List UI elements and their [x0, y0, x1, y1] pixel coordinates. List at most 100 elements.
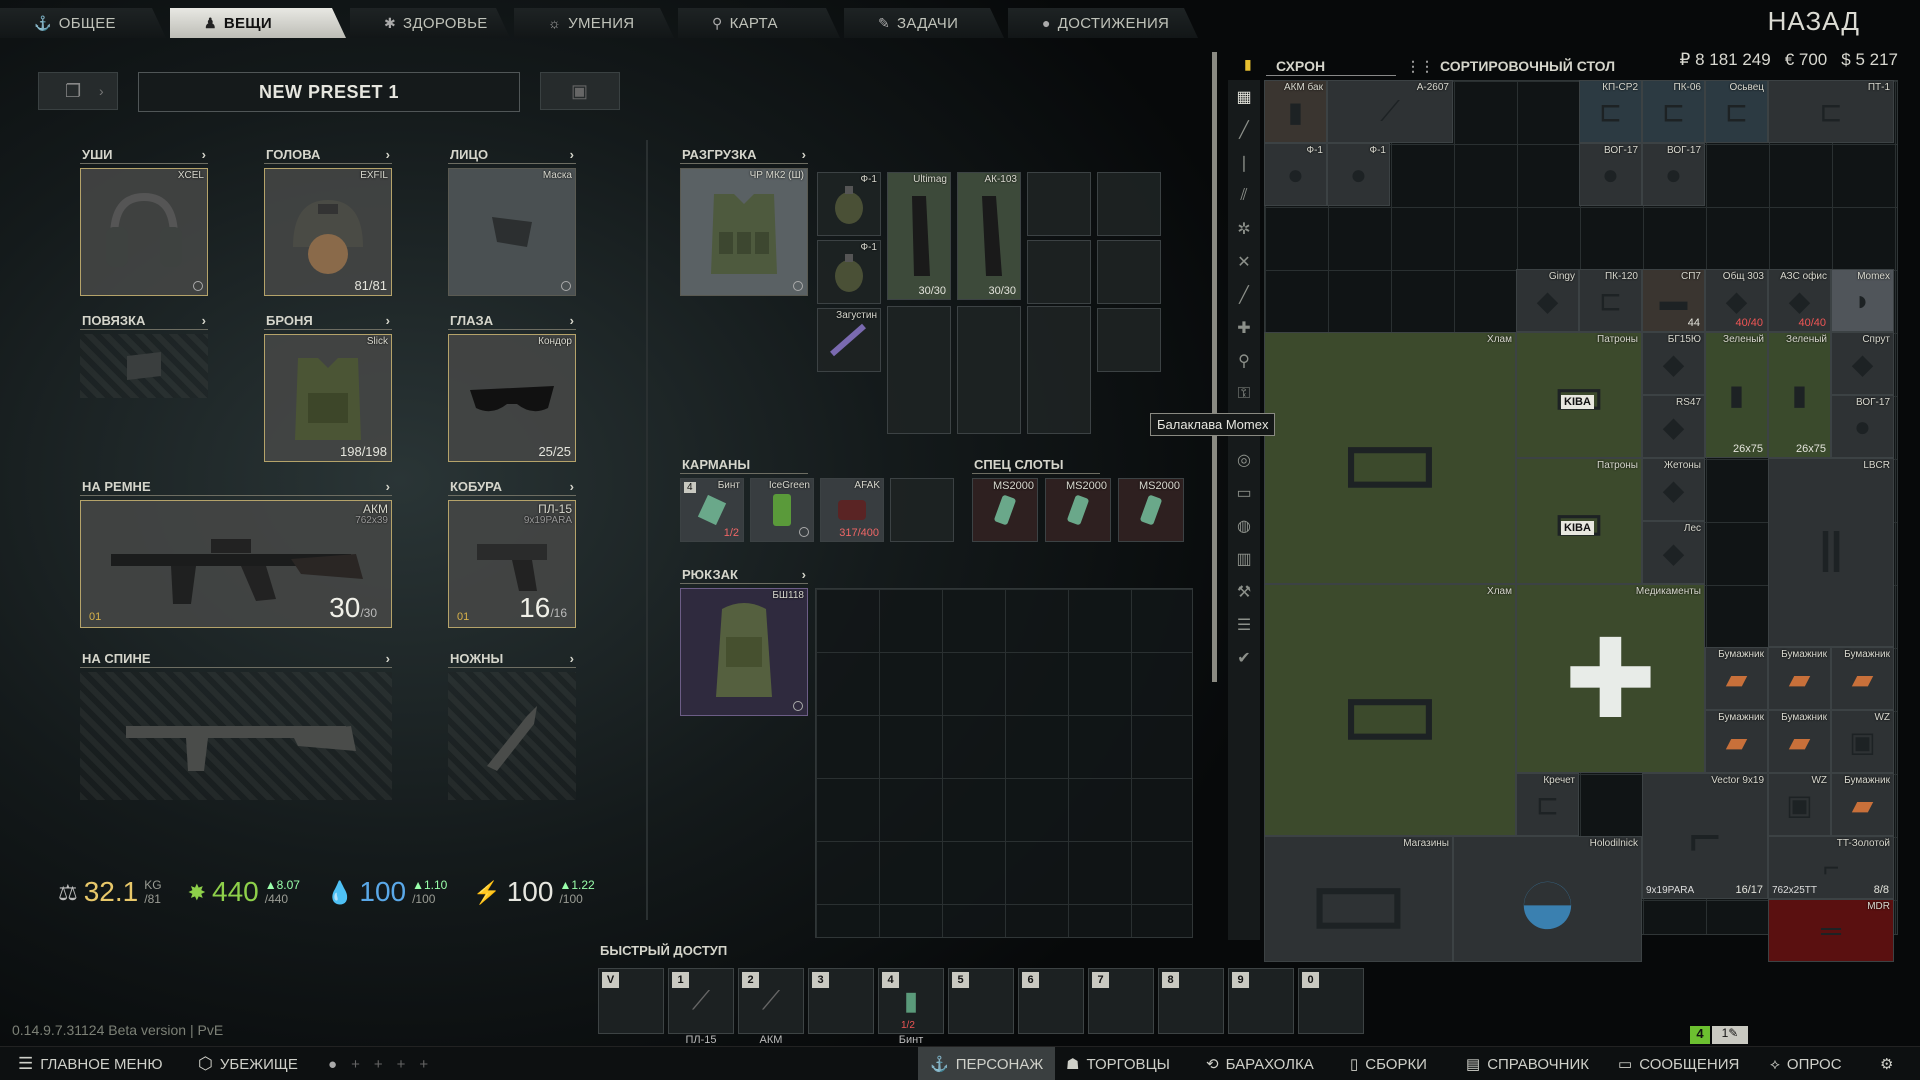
rig-cell-empty[interactable]: [1097, 172, 1161, 236]
tab-stash[interactable]: СХРОН: [1266, 56, 1396, 76]
quickbar-slot-3[interactable]: 3: [808, 968, 874, 1034]
stash-item[interactable]: ПК-120 ⊏: [1579, 269, 1642, 332]
stash-item[interactable]: ПТ-1 ⊏: [1768, 80, 1894, 143]
tab-achievements[interactable]: ● ДОСТИЖЕНИЯ: [1008, 8, 1198, 38]
quickbar-slot-7[interactable]: 7: [1088, 968, 1154, 1034]
stash-item[interactable]: Хлам ▭: [1264, 584, 1516, 836]
slot-eyes[interactable]: Кондор 25/25: [448, 334, 576, 462]
wrench-icon[interactable]: ⚒: [1228, 575, 1260, 608]
stash-item[interactable]: ВОГ-17 ●: [1642, 143, 1705, 206]
stash-item[interactable]: Бумажник ▰: [1705, 710, 1768, 773]
tab-skills[interactable]: ☼ УМЕНИЯ: [514, 8, 674, 38]
slot-holster[interactable]: ПЛ-15 9x19PARA 01 16/16: [448, 500, 576, 628]
stash-item[interactable]: TT-Золотой ⌐ 8/8 762x25TT: [1768, 836, 1894, 899]
briefcase-icon[interactable]: ▭: [1228, 476, 1260, 509]
backpack-grid[interactable]: [815, 588, 1193, 938]
document-icon[interactable]: ☰: [1228, 608, 1260, 641]
survey-button[interactable]: ⟡ ОПРОС: [1770, 1047, 1842, 1080]
stash-item[interactable]: Патроны▭KIBA: [1516, 458, 1642, 584]
stash-item[interactable]: RS47 ◆: [1642, 395, 1705, 458]
pocket-icegreen[interactable]: IceGreen: [750, 478, 814, 542]
magazines-icon[interactable]: ⫽: [1228, 179, 1260, 212]
quickbar-slot-9[interactable]: 9: [1228, 968, 1294, 1034]
stash-item[interactable]: Осьвец ⊏: [1705, 80, 1768, 143]
stash-item[interactable]: СП7 ▬ 44: [1642, 269, 1705, 332]
stash-item[interactable]: Хлам ▭: [1264, 332, 1516, 584]
character-button[interactable]: ⚓ ПЕРСОНАЖ: [918, 1047, 1056, 1080]
hideout-button[interactable]: ⬡ УБЕЖИЩЕ: [198, 1047, 298, 1080]
stash-item[interactable]: А-2607 ⟋: [1327, 80, 1453, 143]
quickbar-slot-5[interactable]: 5: [948, 968, 1014, 1034]
stash-item[interactable]: БГ15Ю ◆: [1642, 332, 1705, 395]
stash-item[interactable]: Медикаменты ✚: [1516, 584, 1705, 773]
rig-cell-empty[interactable]: [1097, 308, 1161, 372]
melee-icon[interactable]: ╱: [1228, 278, 1260, 311]
slot-head[interactable]: EXFIL 81/81: [264, 168, 392, 296]
slot-backpack[interactable]: БШ118: [680, 588, 808, 716]
ammo-icon[interactable]: ❘: [1228, 146, 1260, 179]
pocket-bandage[interactable]: 4 Бинт 1/2: [680, 478, 744, 542]
medical-icon[interactable]: ✚: [1228, 311, 1260, 344]
quickbar-slot-0[interactable]: 0: [1298, 968, 1364, 1034]
slot-face[interactable]: Маска: [448, 168, 576, 296]
all-items-icon[interactable]: ▦: [1228, 80, 1260, 113]
rig-cell-empty[interactable]: [1027, 172, 1091, 236]
slot-rig[interactable]: ЧР МК2 (Ш): [680, 168, 808, 296]
quickbar-slot-1[interactable]: 1 ⟋: [668, 968, 734, 1034]
stash-item[interactable]: Общ 303 ◆ 40/40: [1705, 269, 1768, 332]
gear-icon[interactable]: ✲: [1228, 212, 1260, 245]
stash-item[interactable]: Зеленый ▮ 26x75: [1768, 332, 1831, 458]
rig-cell-grenade[interactable]: Ф-1: [817, 172, 881, 236]
stash-item[interactable]: WZ ▣: [1768, 773, 1831, 836]
slot-armor[interactable]: Slick 198/198: [264, 334, 392, 462]
quickbar-slot-8[interactable]: 8: [1158, 968, 1224, 1034]
stash-item[interactable]: Бумажник ▰: [1831, 647, 1894, 710]
slot-armband[interactable]: [80, 334, 208, 398]
messages-button[interactable]: ▭ СООБЩЕНИЯ: [1618, 1047, 1739, 1080]
equipment-scrollbar[interactable]: [1212, 52, 1217, 682]
stash-item[interactable]: Патроны▭KIBA: [1516, 332, 1642, 458]
stash-item[interactable]: Магазины ▭: [1264, 836, 1453, 962]
quickbar-slot-4[interactable]: 4 ▮ 1/2: [878, 968, 944, 1034]
stash-item[interactable]: Vector 9x19 ⌐ 16/17 9x19PARA: [1642, 773, 1768, 899]
rig-cell-empty[interactable]: [1097, 240, 1161, 304]
slot-melee[interactable]: [448, 672, 576, 800]
stash-item[interactable]: Бумажник ▰: [1768, 647, 1831, 710]
quickbar-slot-2[interactable]: 2 ⟋: [738, 968, 804, 1034]
rig-cell-empty[interactable]: [1027, 306, 1091, 434]
tools-icon[interactable]: ✕: [1228, 245, 1260, 278]
builds-button[interactable]: ▯ СБОРКИ: [1350, 1047, 1427, 1080]
stash-item[interactable]: ВОГ-17 ●: [1579, 143, 1642, 206]
rig-cell-empty[interactable]: [957, 306, 1021, 434]
tab-health[interactable]: ✱ ЗДОРОВЬЕ: [350, 8, 510, 38]
quickbar-slot-V[interactable]: V: [598, 968, 664, 1034]
weapons-icon[interactable]: ╱: [1228, 113, 1260, 146]
stash-item[interactable]: LBCR Ⅱ: [1768, 458, 1894, 647]
stash-item[interactable]: Зеленый ▮ 26x75: [1705, 332, 1768, 458]
preset-save-button[interactable]: ▣: [540, 72, 620, 110]
stash-item[interactable]: Gingy ◆: [1516, 269, 1579, 332]
handbook-button[interactable]: ▤ СПРАВОЧНИК: [1466, 1047, 1589, 1080]
stash-item[interactable]: Бумажник ▰: [1831, 773, 1894, 836]
tab-general[interactable]: ⚓ ОБЩЕЕ: [0, 8, 166, 38]
stash-item[interactable]: Кречет ⊏: [1516, 773, 1579, 836]
check-circle-icon[interactable]: ✔: [1228, 641, 1260, 674]
tab-sorting-table[interactable]: ⋮⋮ СОРТИРОВОЧНЫЙ СТОЛ: [1396, 56, 1625, 76]
keys-icon[interactable]: ⚿: [1228, 377, 1260, 410]
stash-item[interactable]: КП-СР2 ⊏: [1579, 80, 1642, 143]
stash-item[interactable]: WZ ▣: [1831, 710, 1894, 773]
stash-item[interactable]: Ф-1 ●: [1264, 143, 1327, 206]
tab-tasks[interactable]: ✎ ЗАДАЧИ: [844, 8, 1004, 38]
preset-copy-button[interactable]: ❐ ›: [38, 72, 118, 110]
tab-map[interactable]: ⚲ КАРТА: [678, 8, 840, 38]
slot-ears[interactable]: XCEL: [80, 168, 208, 296]
rig-cell-grenade[interactable]: Ф-1: [817, 240, 881, 304]
slot-primary-weapon[interactable]: АКМ 762x39 01 30/30: [80, 500, 392, 628]
special-slot-ms2000[interactable]: MS2000: [1045, 478, 1111, 542]
flea-market-button[interactable]: ⟲ БАРАХОЛКА: [1206, 1047, 1314, 1080]
special-slot-ms2000[interactable]: MS2000: [1118, 478, 1184, 542]
stash-item[interactable]: Бумажник ▰: [1768, 710, 1831, 773]
stash-item[interactable]: АЗС офис ◆ 40/40: [1768, 269, 1831, 332]
barter-icon[interactable]: ◎: [1228, 443, 1260, 476]
rig-cell-magazine-ak103[interactable]: АК-103 30/30: [957, 172, 1021, 300]
